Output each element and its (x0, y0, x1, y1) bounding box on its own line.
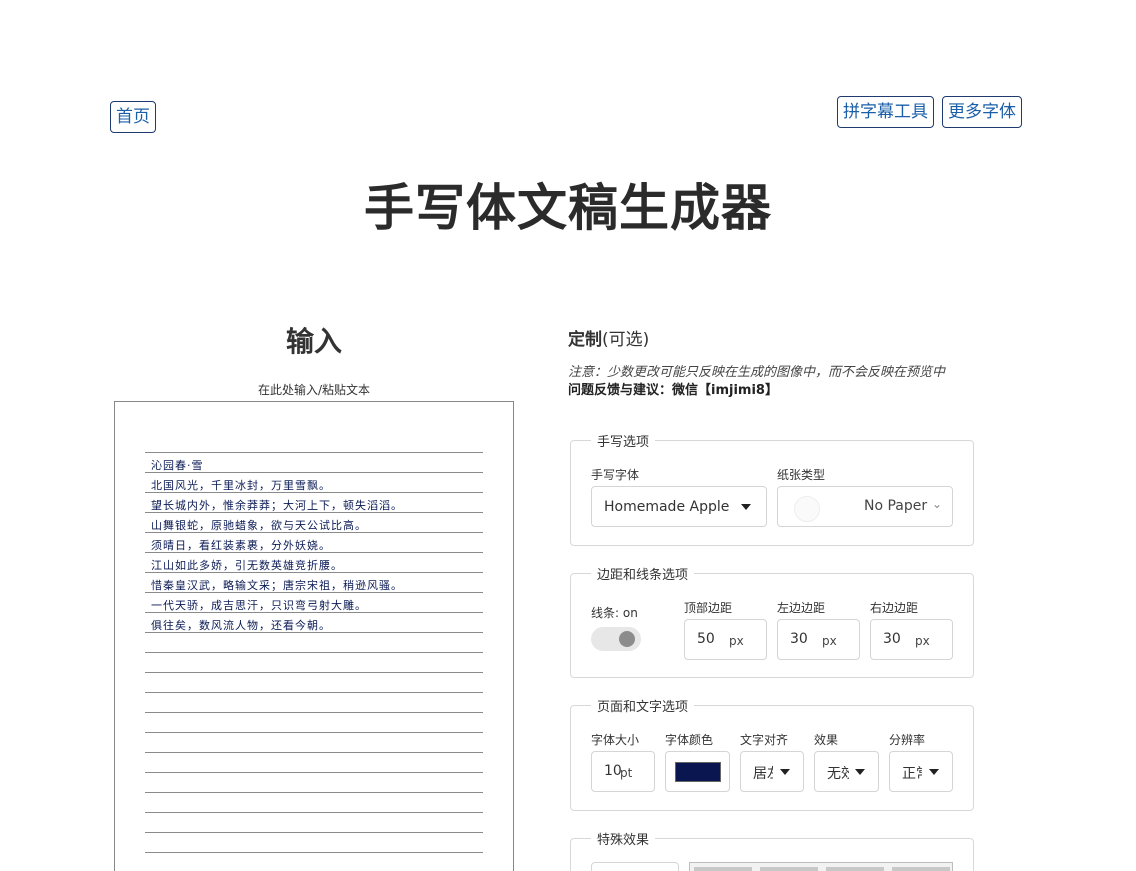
effect-thumb[interactable] (760, 867, 818, 871)
font-color-swatch (675, 762, 721, 782)
more-fonts-button[interactable]: 更多字体 (942, 96, 1022, 128)
right-margin-input[interactable]: 30 px (870, 619, 953, 660)
paper-swatch-icon (794, 496, 820, 522)
font-size-label: 字体大小 (591, 733, 640, 747)
right-margin-value: 30 (883, 631, 901, 647)
page-title: 手写体文稿生成器 (364, 179, 772, 237)
input-text-line: 俱往矣，数风流人物，还看今朝。 (151, 619, 331, 632)
special-effect-preview (689, 862, 953, 871)
toggle-knob (619, 631, 635, 647)
chevron-down-icon: ⌄ (932, 497, 943, 511)
input-text-line: 山舞银蛇，原驰蜡象，欲与天公试比高。 (151, 519, 367, 532)
input-text-line: 江山如此多娇，引无数英雄竞折腰。 (151, 559, 343, 572)
paper-select[interactable]: No Paper ⌄ (777, 486, 953, 527)
left-margin-unit: px (822, 634, 837, 648)
home-button[interactable]: 首页 (110, 101, 156, 133)
font-size-input[interactable]: 10 pt (591, 751, 655, 792)
customize-note: 注意：少数更改可能只反映在生成的图像中，而不会反映在预览中 (568, 365, 946, 380)
lines-toggle[interactable] (591, 627, 641, 651)
resolution-select[interactable]: 正常 (889, 751, 953, 792)
effect-value: 无效果 (827, 766, 849, 782)
effect-label: 效果 (814, 733, 839, 747)
input-text-line: 望长城内外，惟余莽莽；大河上下，顿失滔滔。 (151, 499, 403, 512)
font-color-label: 字体颜色 (665, 733, 714, 747)
chevron-down-icon (741, 504, 751, 510)
input-hint: 在此处输入/粘贴文本 (257, 383, 371, 397)
input-text-line: 惜秦皇汉武，略输文采；唐宗宋祖，稍逊风骚。 (151, 579, 403, 592)
subtitle-tool-button[interactable]: 拼字幕工具 (837, 96, 934, 128)
customize-title: 定制(可选) (568, 325, 649, 350)
chevron-down-icon (929, 769, 939, 775)
top-margin-unit: px (729, 634, 744, 648)
font-size-unit: pt (620, 766, 633, 780)
paper-label: 纸张类型 (777, 468, 826, 482)
special-effect-toggle[interactable] (591, 862, 679, 871)
effect-thumb[interactable] (892, 867, 950, 871)
customize-title-bold: 定制 (568, 330, 602, 350)
chevron-down-icon (855, 769, 865, 775)
lines-toggle-label: 线条: on (591, 606, 638, 620)
effect-thumb[interactable] (694, 867, 752, 871)
font-select[interactable]: Homemade Apple (591, 486, 767, 527)
right-margin-label: 右边边距 (870, 601, 919, 615)
feedback-info: 问题反馈与建议：微信【imjimi8】 (568, 383, 778, 398)
input-text[interactable]: 沁园春·雪北国风光，千里冰封，万里雪飘。望长城内外，惟余莽莽；大河上下，顿失滔滔… (151, 456, 483, 636)
text-align-value: 居左 (753, 766, 773, 782)
font-label: 手写字体 (591, 468, 640, 482)
font-select-value: Homemade Apple (604, 499, 730, 515)
left-margin-input[interactable]: 30 px (777, 619, 860, 660)
resolution-label: 分辨率 (889, 733, 926, 747)
input-text-line: 须晴日，看红装素裹，分外妖娆。 (151, 539, 331, 552)
customize-title-optional: (可选) (602, 330, 650, 350)
input-heading: 输入 (285, 325, 342, 358)
font-color-picker[interactable] (665, 751, 730, 792)
effect-thumb[interactable] (826, 867, 884, 871)
paper-select-value: No Paper (864, 498, 928, 514)
handwriting-options-legend: 手写选项 (597, 435, 650, 450)
right-margin-unit: px (915, 634, 930, 648)
top-margin-value: 50 (697, 631, 715, 647)
input-text-line: 一代天骄，成吉思汗，只识弯弓射大雕。 (151, 599, 367, 612)
resolution-value: 正常 (902, 766, 922, 782)
special-effects-legend: 特殊效果 (597, 833, 650, 848)
effect-select[interactable]: 无效果 (814, 751, 879, 792)
page-text-options-legend: 页面和文字选项 (597, 700, 689, 715)
text-align-select[interactable]: 居左 (740, 751, 804, 792)
input-text-line: 北国风光，千里冰封，万里雪飘。 (151, 479, 331, 492)
chevron-down-icon (780, 769, 790, 775)
text-align-label: 文字对齐 (740, 733, 789, 747)
input-text-line: 沁园春·雪 (151, 459, 204, 472)
left-margin-label: 左边边距 (777, 601, 826, 615)
top-margin-input[interactable]: 50 px (684, 619, 767, 660)
top-margin-label: 顶部边距 (684, 601, 733, 615)
margin-options-legend: 边距和线条选项 (597, 568, 689, 583)
left-margin-value: 30 (790, 631, 808, 647)
text-input-paper[interactable]: 沁园春·雪北国风光，千里冰封，万里雪飘。望长城内外，惟余莽莽；大河上下，顿失滔滔… (114, 401, 514, 871)
